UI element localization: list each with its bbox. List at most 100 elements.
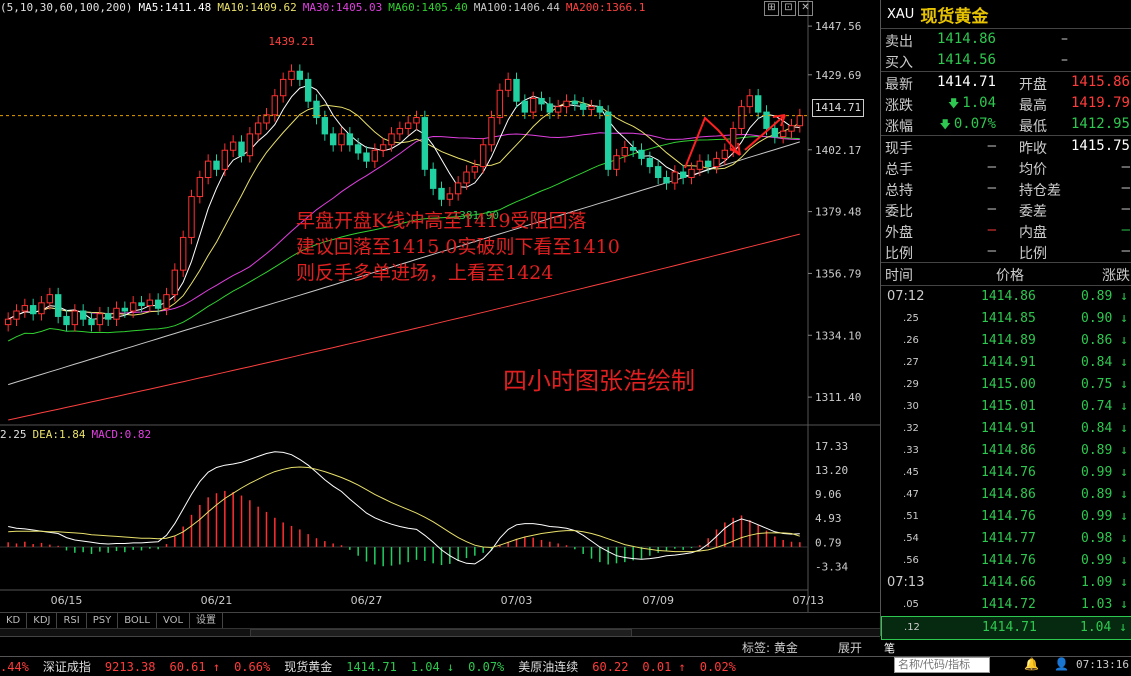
indicator-tab[interactable]: 设置 [190,613,224,629]
indicator-tab[interactable]: KD [0,613,28,629]
ticks-list[interactable]: 07:12 1414.86 0.89 ↓ .25 1414.85 0.90 ↓ .26 141… [881,286,1131,640]
price-axis-label: 1447.56 [815,20,861,33]
indicator-tab[interactable]: VOL [157,613,191,629]
chart-window-controls: ⊞ ⊡ ✕ [764,1,813,16]
down-arrow-icon: ↓ [1112,421,1128,436]
down-arrow-icon: ↓ [1112,355,1128,370]
quote-value-text: – [987,180,996,196]
candle [296,70,304,80]
quote-row: 总持 – 持仓差 – [881,178,1131,199]
search-input[interactable] [894,657,990,673]
kline-chart[interactable]: 1447.56 1429.69 1402.17 1379.48 1356.79 1334.… [0,0,880,612]
tick-price: 1414.76 [981,465,1036,480]
tick-time-text: 56 [906,555,919,566]
ma-legend-item: MA30:1405.03 [302,1,383,14]
user-icon[interactable]: 👤 [1054,657,1069,671]
macd-axis-label: 13.20 [815,464,848,477]
date-axis-label: 07/03 [501,594,533,607]
indicator-tab[interactable]: PSY [87,613,119,629]
quote-panel: XAU 现货黄金 卖出 1414.86 – 买入 1414.56 – 最新 141… [880,0,1131,640]
tick-row: .51 1414.76 0.99 ↓ [881,506,1131,528]
tick-time: .25 [903,313,919,324]
buy-extra: – [1061,52,1068,68]
indicator-tab[interactable]: RSI [57,613,87,629]
tick-change: 0.86 ↓ [1081,333,1128,348]
ticks-header-price: 价格 [996,268,1024,284]
ma-legend: (5,10,30,60,100,200) MA5:1411.48 MA10:1409… [0,1,651,15]
candle [79,310,87,320]
quote-label: 比例 [885,246,913,262]
quote-row: 委比 – 委差 – [881,199,1131,220]
sell-extra: – [1061,31,1068,47]
indicator-tab[interactable]: BOLL [118,613,157,629]
tick-price: 1414.77 [981,531,1036,546]
zoom-icon[interactable]: ⊞ [764,1,779,16]
candle [421,117,429,170]
tick-change-text: 0.90 [1081,311,1113,326]
note-label[interactable]: 笔 [884,640,895,656]
tick-row: .29 1415.00 0.75 ↓ [881,374,1131,396]
candle [363,152,370,162]
ticker-item: 60.61 ↑ [169,659,221,674]
tick-change-text: 1.03 [1081,597,1113,612]
tick-time: .26 [903,335,919,346]
tick-time: .33 [903,445,919,456]
split-icon[interactable]: ⊡ [781,1,796,16]
down-arrow-icon: ↓ [1112,575,1128,590]
tick-price: 1414.66 [981,575,1036,590]
candle [438,187,445,200]
quote-label: 昨收 [1019,141,1047,157]
candle [646,157,654,168]
candle [529,97,537,113]
candle [88,318,95,326]
tick-change-text: 0.86 [1081,333,1113,348]
quote-label: 委差 [1019,204,1047,220]
indicator-tab[interactable]: KDJ [27,613,58,629]
tick-time-text: 33 [906,445,919,456]
candle [279,78,287,97]
candle [171,269,179,296]
candle [188,196,195,238]
bookmark-label[interactable]: 标签: 黄金 [742,639,798,656]
candle [113,307,120,320]
price-axis-label: 1379.48 [815,206,861,219]
tick-change-text: 1.04 [1080,620,1112,635]
candle [779,130,787,138]
close-icon[interactable]: ✕ [798,1,813,16]
quote-value: – [1121,201,1130,217]
tick-change: 0.99 ↓ [1081,553,1128,568]
candle [629,147,637,151]
tick-change-text: 0.98 [1081,531,1113,546]
tick-change: 1.04 ↓ [1080,620,1127,635]
tick-time-text: 51 [906,511,919,522]
candle [29,305,37,315]
quote-label: 持仓差 [1019,183,1061,199]
macd-axis-label: 4.93 [815,512,842,525]
macd-legend-item: MACD:0.82 [91,428,152,441]
tick-time: .56 [903,555,919,566]
quote-value: – [988,243,996,259]
candle [71,310,79,326]
tick-change: 0.75 ↓ [1081,377,1128,392]
tick-time: 07:12 [887,289,924,304]
bell-icon[interactable]: 🔔 [1024,657,1039,671]
ticker-item: 0.07% [468,659,505,674]
candle [771,127,779,138]
candle [254,122,262,135]
candle [54,294,62,317]
candle [721,149,729,159]
down-arrow-icon: ↓ [1112,289,1128,304]
candle [138,302,145,307]
tick-time: .47 [903,489,919,500]
tick-change: 1.09 ↓ [1081,575,1128,590]
quote-value: – [988,222,996,238]
macd-axis-label: 17.33 [815,440,848,453]
quote-value-text: – [987,222,996,238]
candle [404,122,412,129]
expand-button[interactable]: 展开 [838,639,862,656]
quote-value-text: 1414.71 [936,74,996,90]
candle [521,100,529,113]
tick-time: .45 [903,467,919,478]
candle [696,160,704,170]
tick-change-text: 0.75 [1081,377,1113,392]
